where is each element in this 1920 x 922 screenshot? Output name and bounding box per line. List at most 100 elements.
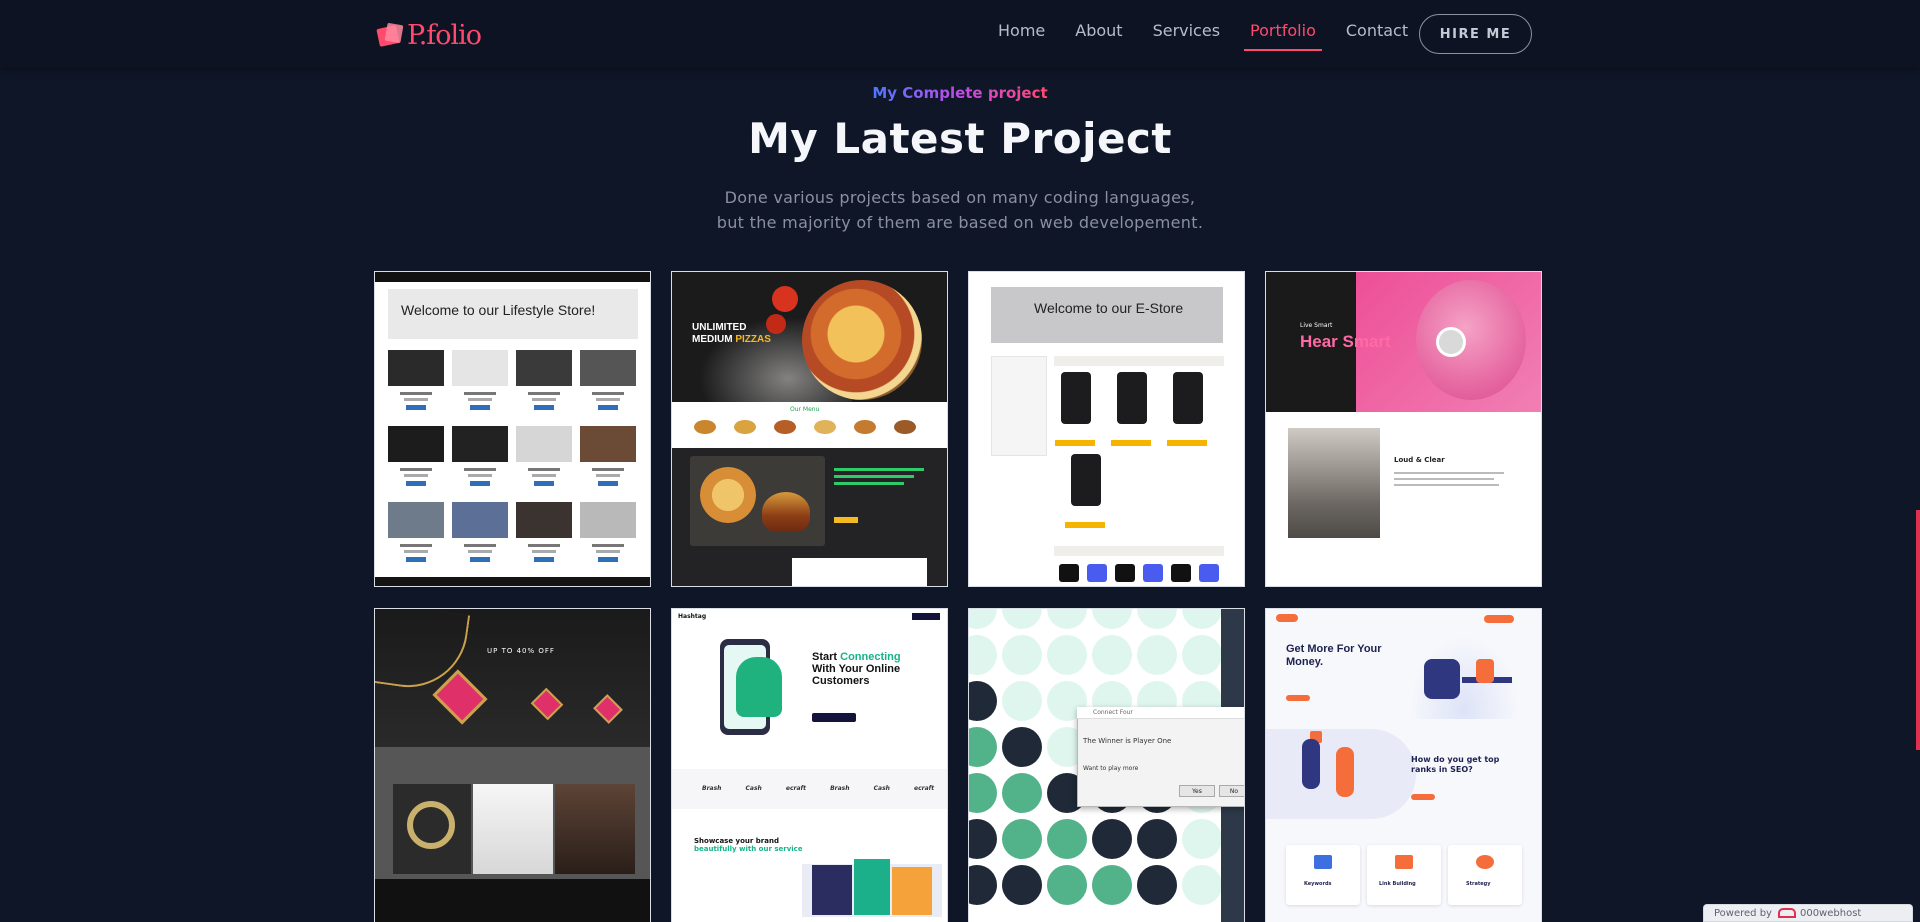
- winner-text: The Winner is Player One: [1083, 737, 1172, 745]
- add-cart-button: [470, 405, 490, 410]
- hero-headline: Start Connecting With Your Online Custom…: [812, 651, 912, 687]
- green-text-line: [834, 482, 904, 485]
- add-cart-button: [470, 557, 490, 562]
- thumb-footer: [375, 577, 650, 586]
- product-name: [400, 392, 432, 395]
- product-image: [452, 350, 508, 386]
- section-eyebrow: My Complete project: [0, 84, 1920, 102]
- nav-about[interactable]: About: [1075, 21, 1122, 49]
- project-card-lifestyle-store[interactable]: Welcome to our Lifestyle Store!: [374, 271, 651, 587]
- feature-box: Link Building: [1367, 845, 1441, 905]
- lifestyle-image: [1288, 428, 1380, 538]
- brand-logo: [1276, 614, 1298, 622]
- product-name: [400, 468, 432, 471]
- product-image: [580, 350, 636, 386]
- pizza-line-2-highlight: PIZZAS: [735, 334, 771, 345]
- game-disc: [1182, 865, 1222, 905]
- hero-illustration: [1404, 629, 1524, 719]
- person-illustration: [1336, 747, 1354, 797]
- hero-headline: Get More For Your Money.: [1286, 643, 1382, 668]
- logo-icon: [376, 22, 406, 47]
- pizza-line-1: UNLIMITED: [692, 322, 747, 333]
- cta-button: [1286, 695, 1310, 701]
- project-card-hear-smart[interactable]: Live Smart Hear Smart Loud & Clear: [1265, 271, 1542, 587]
- menu-item-image: [814, 420, 836, 434]
- site-logo[interactable]: P.folio: [376, 18, 482, 52]
- game-disc: [969, 865, 997, 905]
- project-card-e-store[interactable]: Welcome to our E-Store: [968, 271, 1245, 587]
- keyword-icon: [1314, 855, 1332, 869]
- game-disc: [1182, 635, 1222, 675]
- section-headline-highlight: beautifully with our services: [694, 845, 807, 853]
- building-illustration: [854, 859, 890, 915]
- phone-image: [1087, 564, 1107, 582]
- hire-me-button[interactable]: HIRE ME: [1419, 14, 1532, 54]
- game-disc: [1092, 609, 1132, 629]
- product-name: [464, 392, 496, 395]
- tomato-image: [772, 286, 798, 312]
- product-price: [404, 550, 428, 553]
- pizza-small-image: [700, 467, 756, 523]
- product-price: [468, 550, 492, 553]
- headline-rest: With Your Online Customers: [812, 663, 901, 687]
- headline-prefix: Start: [812, 651, 841, 663]
- product-image: [388, 502, 444, 538]
- project-card-hashtag[interactable]: Hashtag Start Connecting With Your Onlin…: [671, 608, 948, 922]
- collection-image: [555, 784, 635, 874]
- thumb-hero-text: Welcome to our E-Store: [1034, 300, 1184, 316]
- category-band: [1054, 356, 1224, 366]
- menu-item-image: [734, 420, 756, 434]
- nav-button: [912, 613, 940, 620]
- nav-portfolio[interactable]: Portfolio: [1244, 21, 1322, 51]
- project-card-pizza[interactable]: UNLIMITED MEDIUM PIZZAS Our Menu: [671, 271, 948, 587]
- phone-image: [1199, 564, 1219, 582]
- product-price: [596, 398, 620, 401]
- side-card: [792, 558, 927, 586]
- product-image: [452, 426, 508, 462]
- text-line: [1394, 472, 1504, 474]
- green-text-line: [834, 475, 914, 478]
- eyebrow-text: My Complete project: [872, 84, 1048, 102]
- person-illustration: [1476, 659, 1494, 683]
- client-logos: Brash Cash ecraft Brash Cash ecraft: [702, 785, 935, 792]
- menu-title: Our Menu: [790, 406, 820, 413]
- section-headline: Showcase your brand beautifully with our…: [694, 837, 807, 853]
- nav-home[interactable]: Home: [998, 21, 1045, 49]
- product-name: [528, 392, 560, 395]
- powered-by-badge[interactable]: Powered by 000webhost: [1703, 904, 1913, 922]
- game-disc: [1092, 635, 1132, 675]
- product-name: [592, 468, 624, 471]
- product-price: [468, 474, 492, 477]
- menu-item-image: [774, 420, 796, 434]
- product-image: [388, 350, 444, 386]
- phone-image: [1061, 372, 1091, 424]
- product-price: [596, 550, 620, 553]
- nav-services[interactable]: Services: [1153, 21, 1220, 49]
- add-cart-button: [598, 481, 618, 486]
- game-disc: [969, 727, 997, 767]
- project-card-connect-four[interactable]: Connect Four The Winner is Player One Wa…: [968, 608, 1245, 922]
- game-disc: [1182, 819, 1222, 859]
- product-price: [468, 398, 492, 401]
- product-image: [516, 426, 572, 462]
- section-headline: How do you get top ranks in SEO?: [1411, 755, 1500, 774]
- game-disc: [969, 819, 997, 859]
- add-cart-button: [534, 481, 554, 486]
- buy-button: [1065, 522, 1105, 528]
- nav-contact[interactable]: Contact: [1346, 21, 1408, 49]
- game-disc: [1002, 681, 1042, 721]
- category-band: [1054, 546, 1224, 556]
- person-illustration: [736, 657, 782, 717]
- project-card-seo[interactable]: Get More For Your Money. How do you get …: [1265, 608, 1542, 922]
- product-price: [532, 398, 556, 401]
- menu-item-image: [854, 420, 876, 434]
- add-cart-button: [406, 405, 426, 410]
- brand-text: Hashtag: [678, 613, 707, 620]
- collection-image: [473, 784, 553, 874]
- thumb-topbar: [375, 272, 650, 282]
- project-card-jewelry[interactable]: UP TO 40% OFF: [374, 608, 651, 922]
- game-disc: [1002, 727, 1042, 767]
- product-image: [388, 426, 444, 462]
- product-name: [464, 544, 496, 547]
- product-price: [532, 550, 556, 553]
